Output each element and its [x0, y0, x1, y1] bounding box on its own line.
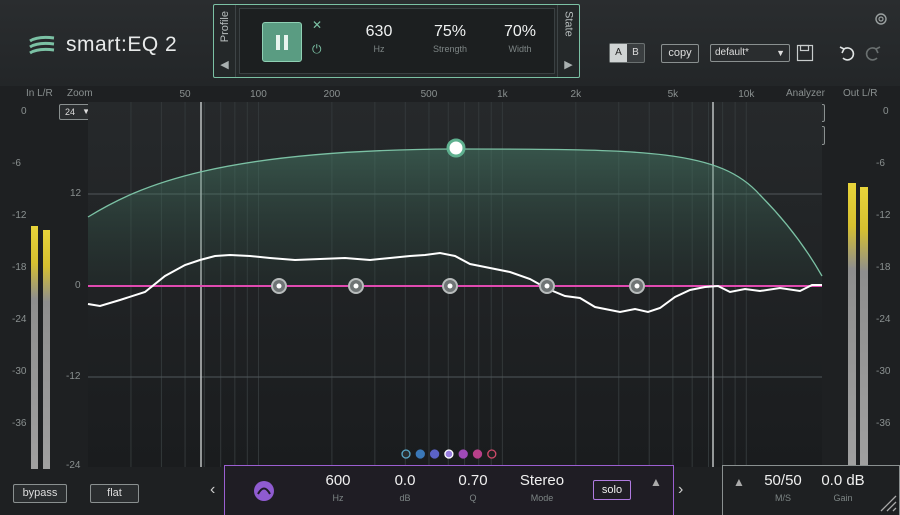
resize-grip-icon[interactable] [877, 492, 897, 512]
band-gain[interactable]: 0.0 dB [375, 472, 435, 503]
band-select-dot[interactable] [472, 449, 483, 459]
band-q-value: 0.70 [458, 472, 488, 489]
band-select-dot[interactable] [444, 449, 454, 459]
band-select-dot[interactable] [487, 449, 497, 459]
band-node-center [276, 283, 282, 289]
band-select-dot[interactable] [401, 449, 411, 459]
band-mode[interactable]: Stereo Mode [511, 472, 573, 503]
band-node-center [634, 283, 640, 289]
profile-handle[interactable] [446, 138, 466, 158]
band-frequency[interactable]: 600 Hz [308, 472, 368, 503]
output-panel: ▲ 50/50 M/S 0.0 dB Gain [722, 465, 900, 515]
eq-graph[interactable] [0, 0, 900, 515]
output-gain[interactable]: 0.0 dB Gain [811, 472, 875, 503]
band-gain-unit: dB [399, 493, 411, 503]
output-gain-label: Gain [833, 493, 853, 503]
solo-button[interactable]: solo [593, 480, 631, 500]
triangle-up-icon[interactable]: ▲ [733, 475, 745, 489]
previous-band-icon[interactable]: ‹ [210, 481, 215, 499]
next-band-icon[interactable]: › [678, 481, 683, 499]
band-node-center [544, 283, 550, 289]
ms-value: 50/50 [764, 472, 802, 489]
band-mode-value: Stereo [519, 472, 565, 489]
band-select-dot[interactable] [415, 449, 425, 459]
band-gain-value: 0.0 [394, 472, 416, 489]
output-gain-value: 0.0 dB [821, 472, 865, 489]
band-select-dot[interactable] [458, 449, 468, 459]
band-mode-label: Mode [530, 493, 554, 503]
bell-filter-icon[interactable] [253, 480, 275, 502]
flat-button[interactable]: flat [90, 484, 139, 503]
band-frequency-unit: Hz [332, 493, 344, 503]
band-q-label: Q [469, 493, 477, 503]
band-select-dot[interactable] [429, 449, 440, 459]
band-q[interactable]: 0.70 Q [443, 472, 503, 503]
band-node-center [353, 283, 359, 289]
ms-label: M/S [774, 493, 791, 503]
bottom-bar: bypass flat ‹ 600 Hz 0.0 dB 0.70 Q Stere… [0, 465, 900, 515]
band-panel: 600 Hz 0.0 dB 0.70 Q Stereo Mode solo ▲ [224, 465, 674, 515]
bypass-button[interactable]: bypass [13, 484, 67, 503]
triangle-up-icon[interactable]: ▲ [650, 475, 662, 489]
band-frequency-value: 600 [325, 472, 351, 489]
band-node-center [447, 283, 453, 289]
ms-balance[interactable]: 50/50 M/S [753, 472, 813, 503]
